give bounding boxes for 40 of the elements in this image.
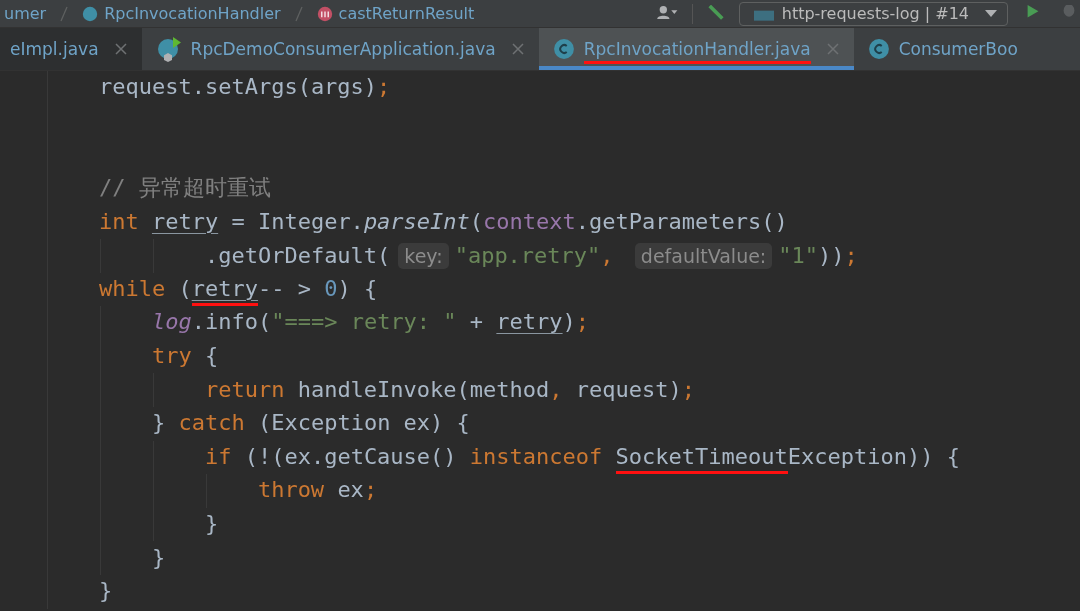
code-text: "1" [778,243,819,269]
code-line: int retry = Integer.parseInt(context.getParameters() [98,207,788,236]
code-line: } [204,510,219,538]
class-icon [82,5,99,22]
code-text: ; [844,243,858,269]
method-icon [316,5,333,22]
spring-class-icon [155,36,182,62]
caret-icon [985,9,997,18]
code-text: , [600,243,615,269]
breadcrumb[interactable]: castReturnResult [338,3,475,24]
class-icon [552,38,575,60]
code-line: } [151,543,166,572]
editor-tab[interactable]: eImpl.java [0,28,142,70]
code-line: try { [151,342,219,371]
code-text: .getOrDefault( [204,243,391,269]
close-icon[interactable] [825,42,840,56]
breadcrumb[interactable]: RpcInvocationHandler [104,3,281,24]
code-line: } catch (Exception ex) { [151,409,470,438]
parameter-hint: key: [398,242,449,269]
breadcrumb-separator-icon [60,5,69,22]
code-line: throw ex; [257,476,378,505]
editor-tab[interactable]: RpcDemoConsumerApplication.java [141,28,539,70]
breadcrumb-separator-icon [294,5,303,22]
close-icon[interactable] [510,42,525,56]
breadcrumb[interactable]: umer [4,3,47,24]
code-line: return handleInvoke(method, request); [204,375,696,404]
code-text: )) [818,243,845,269]
editor-tab[interactable]: RpcInvocationHandler.java [538,28,854,70]
code-text: "app.retry" [454,243,601,269]
class-icon [867,38,890,60]
parameter-hint: defaultValue: [634,242,773,269]
close-icon[interactable] [113,42,128,56]
run-configuration-dropdown[interactable]: http-requests-log | #14 [738,1,1008,26]
code-line: while (retry-- > 0) { [98,271,378,307]
code-line: log.info("===> retry: " + retry); [151,308,590,337]
editor-tab[interactable]: ConsumerBoo [853,28,1032,70]
code-line: } [98,577,113,606]
code-line: if (!(ex.getCause() instanceof SocketTimeoutException)) { [204,439,960,475]
code-comment: // 异常超时重试 [98,173,271,202]
code-line: request.setArgs(args); [98,73,391,102]
